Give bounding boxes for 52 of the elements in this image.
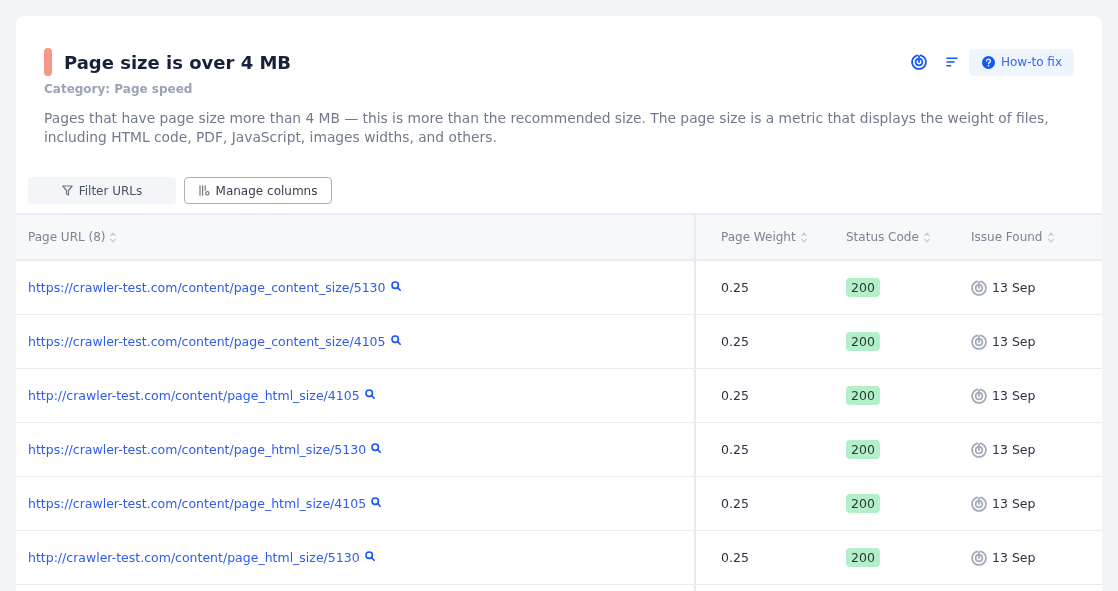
url-link[interactable]: https://crawler-test.com/content/page_content_size/4105 — [28, 334, 386, 349]
page-weight-cell: 0.25 — [721, 550, 749, 565]
page-weight-cell: 0.25 — [721, 280, 749, 295]
status-code-badge: 200 — [846, 332, 880, 351]
radar-icon — [971, 549, 987, 566]
page-weight-cell: 0.25 — [721, 388, 749, 403]
radar-icon — [971, 495, 987, 512]
column-header[interactable]: Page URL (8) — [28, 230, 106, 244]
search-icon[interactable] — [364, 389, 375, 399]
search-icon[interactable] — [390, 281, 401, 291]
radar-icon — [971, 441, 987, 458]
column-header[interactable]: Page Weight — [721, 230, 796, 244]
radar-icon[interactable] — [910, 54, 927, 70]
url-link[interactable]: https://crawler-test.com/content/page_html_size/4105 — [28, 496, 367, 511]
how-to-fix-button[interactable]: How-to fix — [968, 48, 1074, 76]
issue-found-date: 13 Sep — [992, 334, 1036, 349]
url-link[interactable]: https://crawler-test.com/content/page_content_size/5130 — [28, 280, 386, 295]
page-weight-cell: 0.25 — [721, 496, 749, 511]
issue-found-date: 13 Sep — [992, 388, 1036, 403]
sort-lines-icon[interactable] — [945, 57, 958, 67]
issue-found-date: 13 Sep — [992, 280, 1036, 295]
radar-icon — [971, 333, 987, 350]
issue-found-date: 13 Sep — [992, 442, 1036, 457]
issue-title: Page size is over 4 MB — [64, 51, 293, 73]
search-icon[interactable] — [371, 443, 382, 453]
issue-found-date: 13 Sep — [992, 496, 1036, 511]
url-link[interactable]: http://crawler-test.com/content/page_html_size/5130 — [28, 550, 360, 565]
radar-icon — [971, 387, 987, 404]
search-icon[interactable] — [364, 551, 375, 561]
page-weight-cell: 0.25 — [721, 334, 749, 349]
column-header[interactable]: Issue Found — [971, 230, 1043, 244]
status-code-badge: 200 — [846, 494, 880, 513]
severity-marker-icon — [44, 48, 52, 76]
status-code-badge: 200 — [846, 548, 880, 567]
column-header[interactable]: Status Code — [846, 230, 919, 244]
manage-columns-button[interactable]: Manage columns — [184, 177, 332, 204]
search-icon[interactable] — [371, 497, 382, 507]
status-code-badge: 200 — [846, 386, 880, 405]
help-icon — [981, 55, 995, 69]
filter-urls-button[interactable]: Filter URLs — [28, 177, 176, 204]
issue-description: Pages that have page size more than 4 MB — this is more than the recommended size. The page size is a metric that displays the weight of files, including HTML code, PDF, JavaScript, images widths, and others. — [44, 109, 1050, 147]
issue-found-date: 13 Sep — [992, 550, 1036, 565]
search-icon[interactable] — [390, 335, 401, 345]
filter-icon — [61, 185, 73, 196]
issue-category: Category: Page speed — [44, 82, 194, 96]
status-code-badge: 200 — [846, 440, 880, 459]
status-code-badge: 200 — [846, 278, 880, 297]
columns-icon — [198, 185, 210, 196]
radar-icon — [971, 279, 987, 296]
page-weight-cell: 0.25 — [721, 442, 749, 457]
url-link[interactable]: https://crawler-test.com/content/page_html_size/5130 — [28, 442, 367, 457]
url-link[interactable]: http://crawler-test.com/content/page_html_size/4105 — [28, 388, 360, 403]
